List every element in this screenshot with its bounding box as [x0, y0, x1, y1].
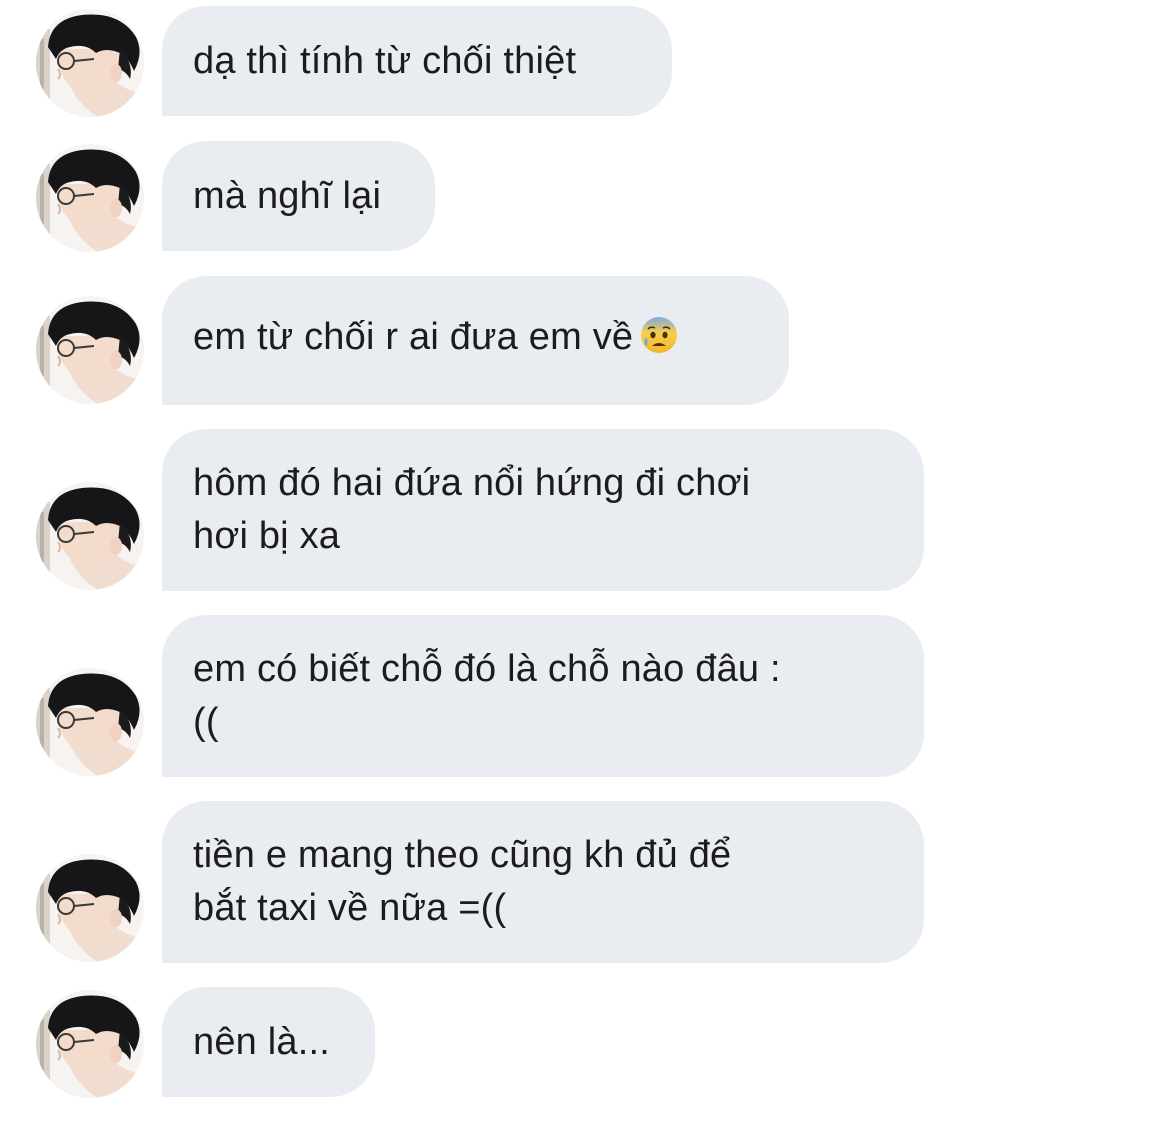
message-text: em từ chối r ai đưa em về	[193, 311, 679, 370]
anxious-face-with-sweat-icon	[639, 315, 679, 370]
avatar[interactable]	[36, 296, 144, 404]
message-text: em có biết chỗ đó là chỗ nào đâu : ((	[193, 648, 781, 743]
avatar[interactable]	[36, 990, 144, 1098]
message-text: nên là...	[193, 1020, 331, 1063]
message-text: tiền e mang theo cũng kh đủ để bắt taxi …	[193, 834, 732, 929]
message-bubble[interactable]: hôm đó hai đứa nổi hứng đi chơi hơi bị x…	[162, 429, 924, 591]
avatar[interactable]	[36, 144, 144, 252]
message-bubble[interactable]: em có biết chỗ đó là chỗ nào đâu : ((	[162, 615, 924, 777]
message-bubble[interactable]: mà nghĩ lại	[162, 141, 435, 251]
message-bubble[interactable]: em từ chối r ai đưa em về	[162, 276, 789, 405]
avatar[interactable]	[36, 854, 144, 962]
message-bubble[interactable]: nên là...	[162, 987, 375, 1097]
message-text: mà nghĩ lại	[193, 174, 382, 217]
avatar[interactable]	[36, 482, 144, 590]
avatar[interactable]	[36, 668, 144, 776]
message-text-content: em từ chối r ai đưa em về	[193, 316, 634, 358]
message-bubble[interactable]: tiền e mang theo cũng kh đủ để bắt taxi …	[162, 801, 924, 963]
message-bubble[interactable]: dạ thì tính từ chối thiệt	[162, 6, 672, 116]
avatar[interactable]	[36, 9, 144, 117]
message-text: dạ thì tính từ chối thiệt	[193, 39, 577, 82]
message-text: hôm đó hai đứa nổi hứng đi chơi hơi bị x…	[193, 462, 751, 557]
